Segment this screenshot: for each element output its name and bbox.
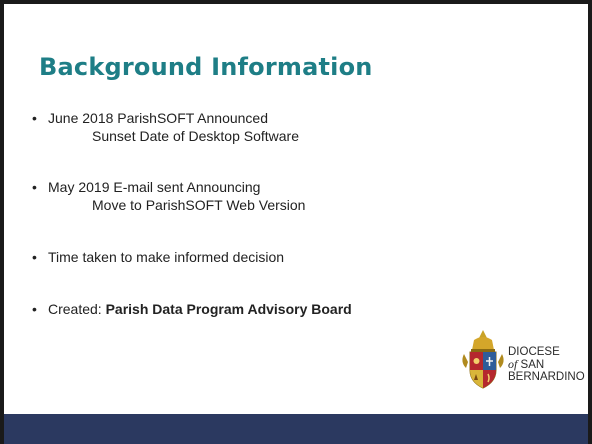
bullet-dot: • bbox=[32, 249, 37, 265]
bullet-item: • Time taken to make informed decision bbox=[32, 248, 352, 266]
bullet-item: • June 2018 ParishSOFT Announced Sunset … bbox=[32, 109, 352, 145]
diocese-crest-icon bbox=[462, 330, 504, 389]
bullet-list: • June 2018 ParishSOFT Announced Sunset … bbox=[32, 109, 352, 318]
bullet-text-prefix: Created: bbox=[48, 301, 106, 317]
bullet-text-continued: Sunset Date of Desktop Software bbox=[92, 128, 299, 144]
logo-line-bernardino: BERNARDINO bbox=[508, 371, 585, 383]
bullet-item: • Created: Parish Data Program Advisory … bbox=[32, 300, 352, 318]
diocese-logo-text: DIOCESE of SAN BERNARDINO bbox=[508, 346, 585, 383]
logo-word-of: of bbox=[508, 357, 518, 371]
logo-line-san: of SAN bbox=[508, 358, 585, 371]
slide-title: Background Information bbox=[39, 53, 373, 81]
diocese-logo: DIOCESE of SAN BERNARDINO bbox=[456, 328, 586, 392]
bullet-dot: • bbox=[32, 301, 37, 317]
bullet-dot: • bbox=[32, 110, 37, 126]
logo-line-diocese: DIOCESE bbox=[508, 346, 560, 358]
bullet-text: May 2019 E-mail sent Announcing bbox=[48, 179, 261, 195]
bullet-text: Time taken to make informed decision bbox=[48, 249, 285, 265]
bullet-item: • May 2019 E-mail sent Announcing Move t… bbox=[32, 178, 352, 214]
bullet-text-bold: Parish Data Program Advisory Board bbox=[105, 301, 352, 317]
logo-word-san: SAN bbox=[520, 359, 545, 371]
bullet-text: June 2018 ParishSOFT Announced bbox=[48, 110, 269, 126]
slide: Background Information • June 2018 Paris… bbox=[0, 0, 592, 444]
bullet-text-continued: Move to ParishSOFT Web Version bbox=[92, 197, 306, 213]
bullet-dot: • bbox=[32, 179, 37, 195]
footer-band bbox=[4, 414, 588, 444]
